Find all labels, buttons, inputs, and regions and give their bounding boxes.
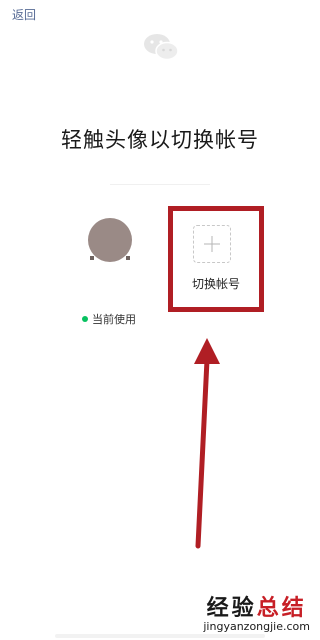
annotation-arrow-icon xyxy=(194,338,220,549)
bottom-divider xyxy=(55,634,265,638)
watermark-text-2: 总结 xyxy=(256,596,307,621)
watermark-text-1: 经验 xyxy=(206,596,257,621)
watermark: 经验总结 jingyanzongjie.com xyxy=(203,590,310,633)
watermark-url: jingyanzongjie.com xyxy=(203,620,310,633)
